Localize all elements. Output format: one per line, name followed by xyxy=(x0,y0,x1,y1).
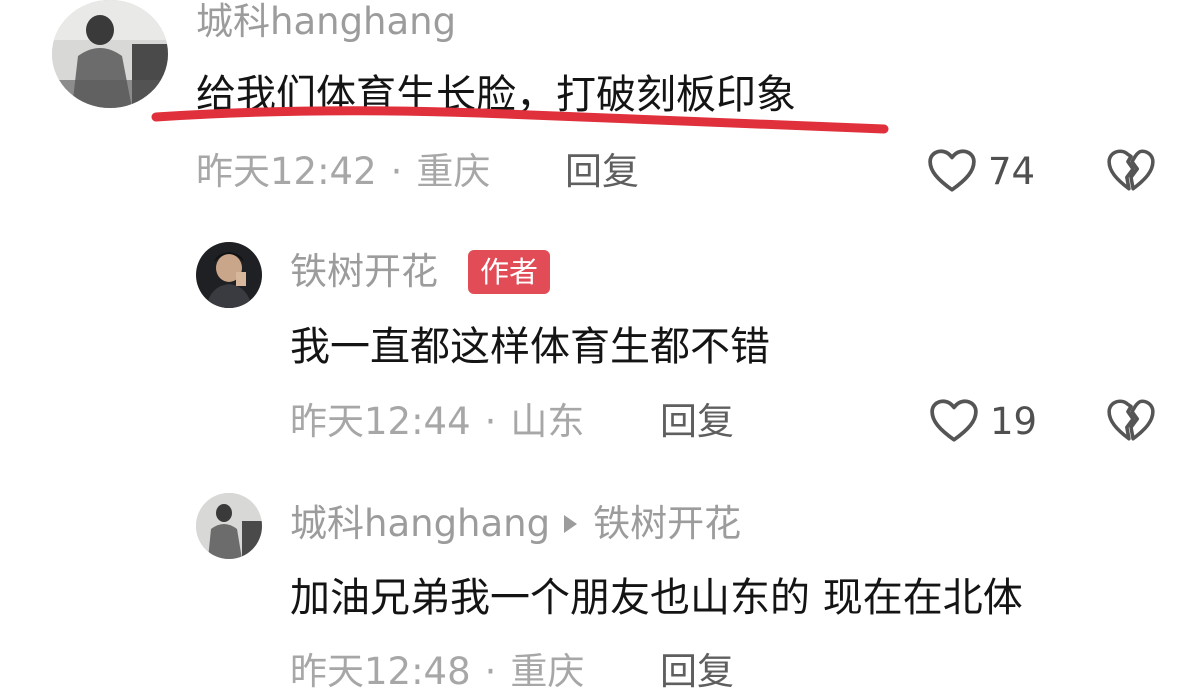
avatar-photo-icon xyxy=(52,0,168,108)
avatar[interactable] xyxy=(196,242,262,308)
heart-outline-icon[interactable] xyxy=(929,398,979,444)
comment-meta: 昨天12:48 · 重庆 xyxy=(290,650,584,694)
heart-outline-icon[interactable] xyxy=(927,148,977,194)
meta-separator: · xyxy=(390,150,403,193)
comment-author-name[interactable]: 城科hanghang 铁树开花 xyxy=(290,502,741,546)
comment-time: 昨天12:44 xyxy=(290,400,471,443)
meta-separator: · xyxy=(484,400,497,443)
comment-time: 昨天12:42 xyxy=(196,150,377,193)
comment-time: 昨天12:48 xyxy=(290,650,471,693)
broken-heart-icon[interactable] xyxy=(1106,148,1156,194)
like-count: 74 xyxy=(988,150,1036,193)
reply-button[interactable]: 回复 xyxy=(660,400,734,444)
comment-location: 重庆 xyxy=(510,650,585,693)
meta-separator: · xyxy=(484,650,497,693)
comment-text: 加油兄弟我一个朋友也山东的 现在在北体 xyxy=(290,575,1023,621)
comment-author-name[interactable]: 铁树开花 xyxy=(290,250,438,294)
reply-button[interactable]: 回复 xyxy=(565,150,639,194)
reply-button[interactable]: 回复 xyxy=(660,650,734,694)
reply-arrow-icon xyxy=(564,514,578,533)
reply-author-name[interactable]: 城科hanghang xyxy=(290,502,550,545)
comment-location: 重庆 xyxy=(416,150,491,193)
avatar-photo-icon xyxy=(196,493,262,559)
red-underline-annotation xyxy=(151,106,889,134)
author-badge: 作者 xyxy=(468,250,551,294)
broken-heart-icon[interactable] xyxy=(1106,398,1156,444)
comment-author-name[interactable]: 城科hanghang xyxy=(196,0,456,44)
comment-location: 山东 xyxy=(510,400,585,443)
comment-thread: 城科hanghang 给我们体育生长脸，打破刻板印象 昨天12:42 · 重庆 回复… xyxy=(0,0,1202,696)
comment-meta: 昨天12:44 · 山东 xyxy=(290,400,584,444)
comment-text: 我一直都这样体育生都不错 xyxy=(290,324,770,370)
avatar[interactable] xyxy=(52,0,168,108)
reply-target-name[interactable]: 铁树开花 xyxy=(593,502,741,545)
avatar-photo-icon xyxy=(196,242,262,308)
like-count: 19 xyxy=(990,400,1038,443)
avatar[interactable] xyxy=(196,493,262,559)
comment-meta: 昨天12:42 · 重庆 xyxy=(196,150,490,194)
